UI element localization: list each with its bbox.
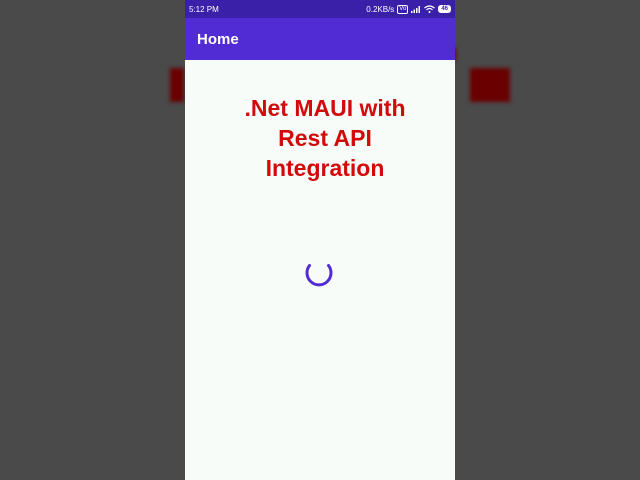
phone-screen: 5:12 PM 0.2KB/s Vo 46 Home .Net MAUI wit… [185,0,455,480]
wifi-icon [424,5,436,13]
network-speed: 0.2KB/s [366,4,395,14]
battery-icon: 46 [438,5,451,13]
app-bar: Home [185,18,455,60]
status-indicators: 0.2KB/s Vo 46 [366,4,451,14]
activity-indicator-icon [305,264,333,287]
headline-text: .Net MAUI with Rest API Integration [244,95,406,181]
page-title: Home [197,30,239,48]
status-time: 5:12 PM [189,4,219,14]
status-bar: 5:12 PM 0.2KB/s Vo 46 [185,0,455,18]
signal-icon [411,6,421,13]
volte-badge: Vo [397,4,409,14]
